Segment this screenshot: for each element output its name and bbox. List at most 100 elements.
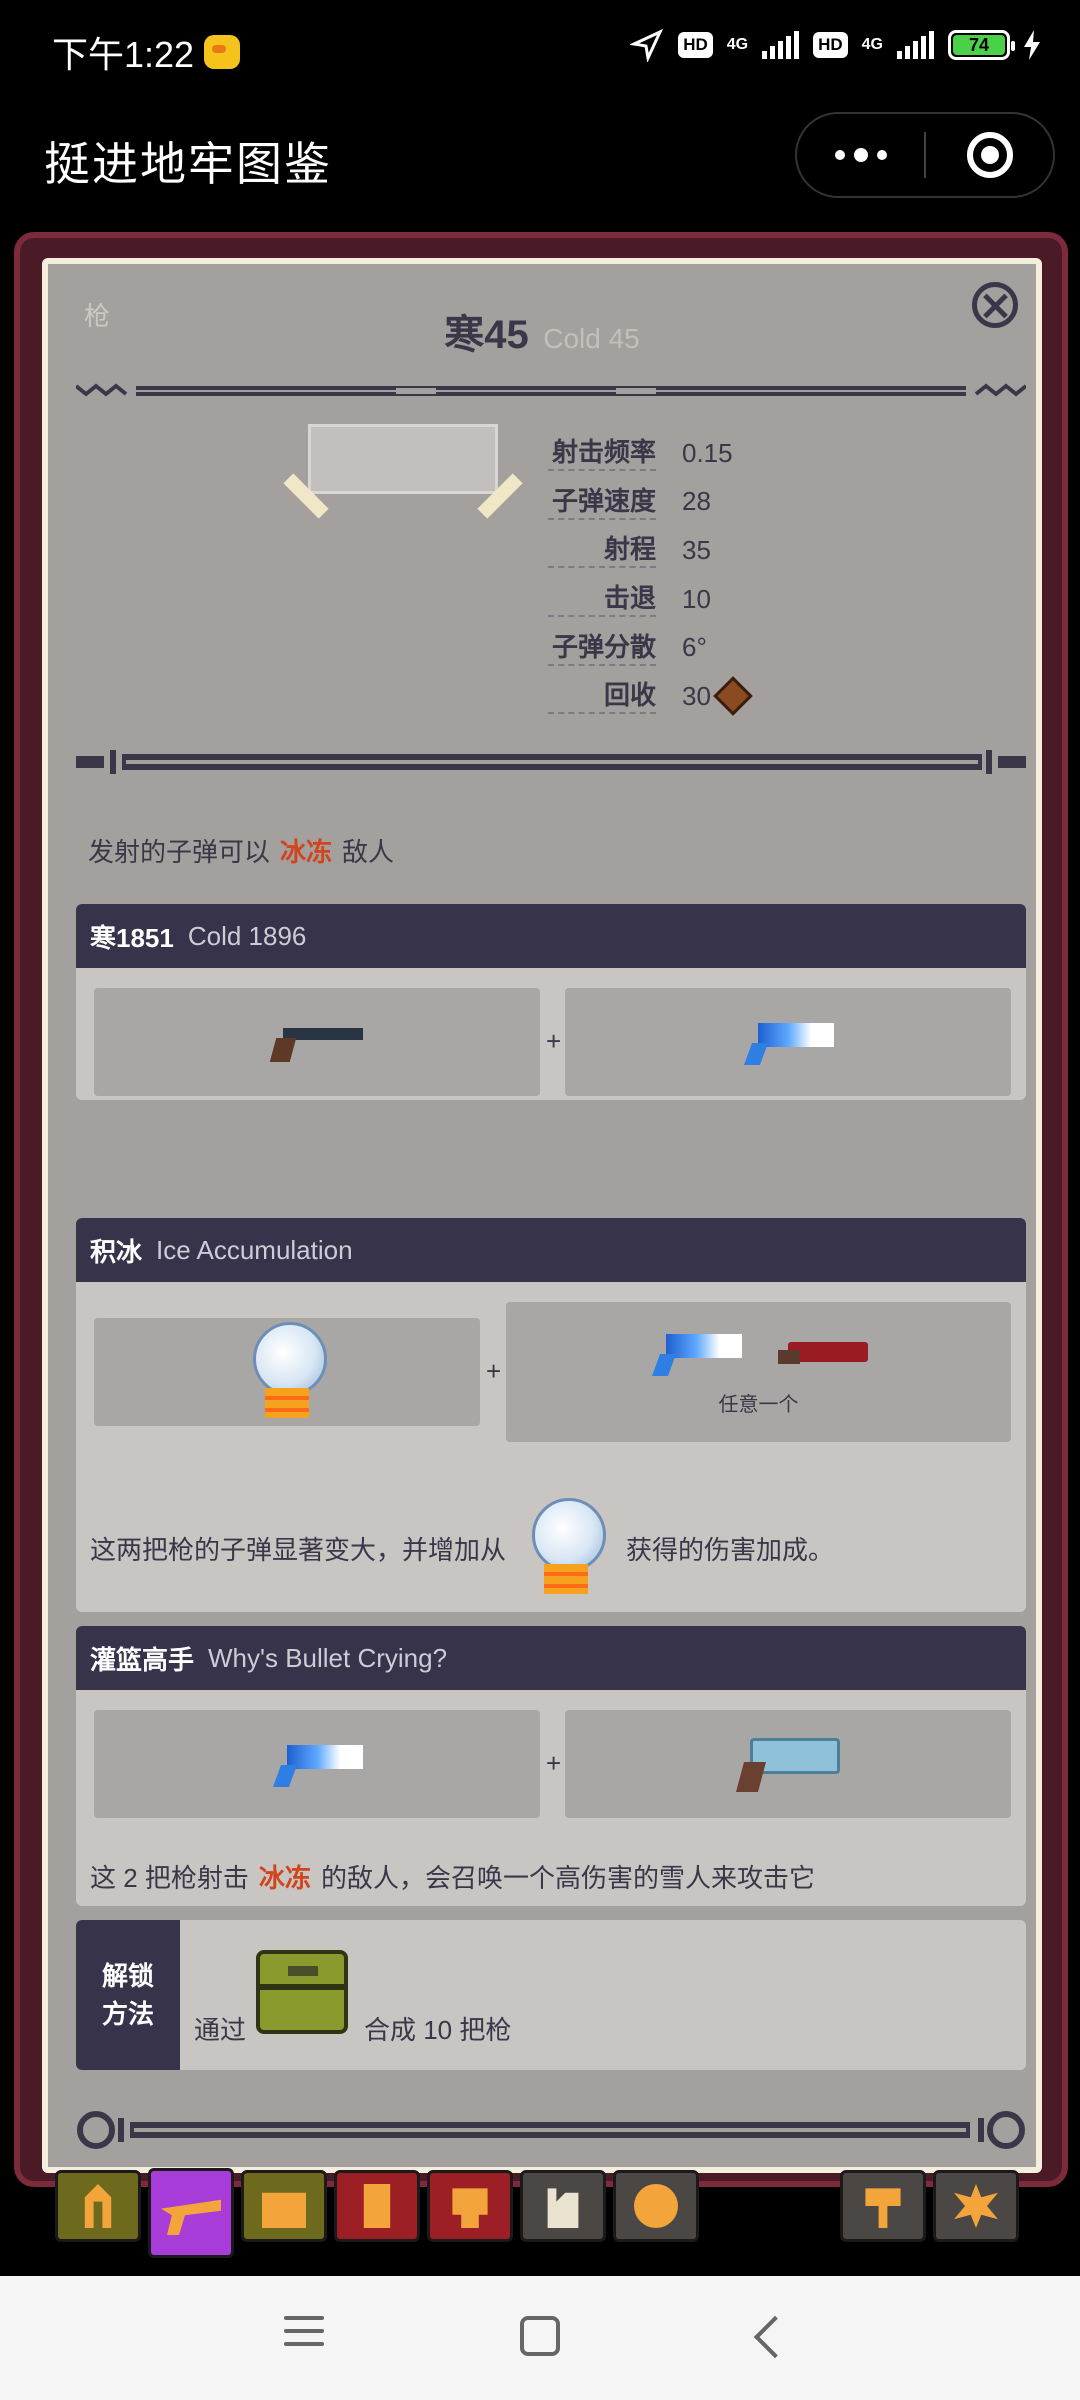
synergy-name-en: Cold 1896 xyxy=(187,920,307,951)
desc-highlight-freeze[interactable]: 冰冻 xyxy=(280,837,332,867)
stat-row: 回收 30 xyxy=(548,672,753,721)
tab-helmet[interactable] xyxy=(55,2170,141,2242)
detail-frame: 枪 寒45 Cold 45 射击频率 0.15 子弹速度 28 射程 35 击退 10 … xyxy=(14,232,1068,2187)
unlock-text-pre: 通过 xyxy=(194,2015,247,2045)
synergy-text-post: 获得的伤害加成。 xyxy=(626,1534,835,1565)
stat-row: 击退 10 xyxy=(548,575,747,624)
tab-settings[interactable] xyxy=(933,2170,1019,2242)
synergy-highlight-freeze[interactable]: 冰冻 xyxy=(259,1863,311,1893)
stat-row: 射击频率 0.15 xyxy=(548,429,747,478)
helmet-icon xyxy=(84,2184,112,2228)
tab-items[interactable] xyxy=(241,2170,327,2242)
gun-icon xyxy=(161,2199,221,2235)
status-time-text: 下午1:22 xyxy=(52,34,195,75)
synergy-item-slot[interactable]: 任意一个 xyxy=(506,1302,1011,1442)
synergy-text: 这 2 把枪射击 冰冻 的敌人，会召唤一个高伤害的雪人来攻击它 xyxy=(90,1858,815,1895)
tab-npcs[interactable] xyxy=(334,2170,420,2242)
synergy-card: 灌篮高手 Why's Bullet Crying? + 这 2 把枪射击 冰冻 的敌… xyxy=(76,1626,1026,1906)
synergy-card: 积冰 Ice Accumulation + 任意一个 这两把枪的子弹显著变大，并… xyxy=(76,1218,1026,1612)
npc-icon xyxy=(363,2184,391,2228)
tab-bosses[interactable] xyxy=(520,2170,606,2242)
back-icon[interactable] xyxy=(753,2315,797,2359)
capsule-menu xyxy=(795,112,1055,198)
stat-row: 射程 35 xyxy=(548,526,747,575)
status-bar: 下午1:22 HD 4G HD 4G 74 xyxy=(0,0,1080,100)
plus-sign: + xyxy=(546,1026,562,1056)
stat-row: 子弹分散 6° xyxy=(548,623,747,672)
snowglobe-icon xyxy=(249,1322,327,1422)
system-nav-bar xyxy=(0,2276,1080,2400)
synergy-item-slot[interactable] xyxy=(565,1710,1011,1818)
synergy-item-slot[interactable] xyxy=(94,1318,480,1426)
unlock-label-line1: 解锁 xyxy=(101,1961,154,1991)
gear-icon xyxy=(954,2184,998,2228)
hd-icon: HD xyxy=(678,32,713,58)
stat-label[interactable]: 回收 xyxy=(548,678,656,715)
network-type-2: 4G xyxy=(861,36,883,53)
stat-value: 0.15 xyxy=(682,437,733,468)
synergy-item-slot[interactable] xyxy=(94,988,540,1096)
stat-label[interactable]: 子弹速度 xyxy=(548,484,656,520)
unlock-label-line2: 方法 xyxy=(101,1999,154,2029)
bottom-divider xyxy=(77,2111,1025,2149)
synergy-header: 积冰 Ice Accumulation xyxy=(76,1218,1026,1282)
duck-notification-icon xyxy=(204,35,241,69)
stat-value: 35 xyxy=(682,534,711,565)
revolver-icon xyxy=(269,1020,365,1064)
menu-icon[interactable] xyxy=(284,2316,324,2355)
hd-icon-2: HD xyxy=(813,32,848,58)
home-icon[interactable] xyxy=(520,2316,560,2356)
title-bar: 挺进地牢图鉴 xyxy=(0,100,1080,210)
more-options-button[interactable] xyxy=(797,148,924,162)
desc-post: 敌人 xyxy=(342,837,395,867)
gun-name-cn: 寒45 xyxy=(444,313,529,357)
synergy-name-cn: 积冰 xyxy=(90,1236,143,1267)
stat-row: 子弹速度 28 xyxy=(548,478,747,527)
stat-label[interactable]: 射程 xyxy=(548,532,656,569)
chest-icon[interactable] xyxy=(256,1950,348,2034)
stat-value: 10 xyxy=(682,583,711,614)
stat-label[interactable]: 射击频率 xyxy=(548,435,656,472)
skull-icon xyxy=(452,2188,488,2228)
recycle-value: 30 xyxy=(682,680,711,711)
signpost-icon xyxy=(865,2188,901,2228)
tab-enemies[interactable] xyxy=(427,2170,513,2242)
network-type-1: 4G xyxy=(726,36,749,53)
app-title: 挺进地牢图鉴 xyxy=(44,138,332,190)
synergy-name-cn: 灌篮高手 xyxy=(90,1644,195,1675)
stats-table: 射击频率 0.15 子弹速度 28 射程 35 击退 10 子弹分散 6° 回收 30 xyxy=(548,429,753,721)
stat-label[interactable]: 子弹分散 xyxy=(548,630,656,666)
battery-icon: 74 xyxy=(948,30,1015,60)
synergy-text-pre: 这两把枪的子弹显著变大，并增加从 xyxy=(90,1534,507,1565)
synergy-name-cn: 寒1851 xyxy=(90,922,174,953)
status-indicators: HD 4G HD 4G 74 xyxy=(630,28,1040,62)
red-gun-icon xyxy=(774,1336,870,1370)
gun-title: 寒45 Cold 45 xyxy=(48,302,1036,360)
stat-label[interactable]: 击退 xyxy=(548,581,656,618)
unlock-text-post: 合成 10 把枪 xyxy=(364,2015,512,2045)
ice-gun-icon xyxy=(648,1328,744,1378)
tab-guns[interactable] xyxy=(148,2168,234,2258)
category-tabs xyxy=(0,2168,1080,2258)
stat-value-recycle: 30 xyxy=(682,676,753,717)
scrap-icon xyxy=(713,676,753,717)
tab-tips[interactable] xyxy=(840,2170,926,2242)
chest-icon xyxy=(262,2192,306,2228)
snowglobe-icon[interactable] xyxy=(528,1498,607,1598)
plus-sign: + xyxy=(486,1356,502,1386)
close-miniprogram-button[interactable] xyxy=(926,132,1053,178)
plus-sign: + xyxy=(546,1748,562,1778)
title-divider xyxy=(76,383,1026,397)
desc-pre: 发射的子弹可以 xyxy=(88,837,271,867)
status-time: 下午1:22 xyxy=(52,26,241,78)
ice-gun-icon xyxy=(269,1739,365,1789)
stat-value: 6° xyxy=(682,632,707,663)
synergy-name-en: Why's Bullet Crying? xyxy=(208,1642,448,1673)
hand-icon xyxy=(547,2188,579,2228)
tab-characters[interactable] xyxy=(613,2170,699,2242)
synergy-header: 灌篮高手 Why's Bullet Crying? xyxy=(76,1626,1026,1690)
synergy-item-slot[interactable] xyxy=(94,1710,540,1818)
gun-detail-panel: 枪 寒45 Cold 45 射击频率 0.15 子弹速度 28 射程 35 击退 10 … xyxy=(42,258,1042,2173)
signal-icon-2 xyxy=(897,31,934,59)
synergy-item-slot[interactable] xyxy=(565,988,1011,1096)
